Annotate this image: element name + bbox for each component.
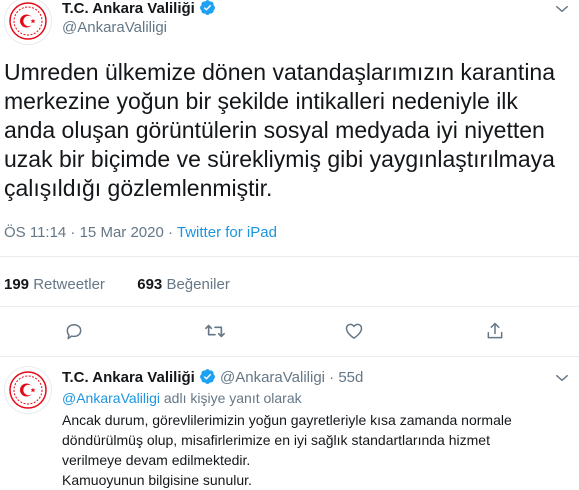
retweet-button[interactable] bbox=[204, 320, 226, 342]
tweet-meta: ÖS 11:14 · 15 Mar 2020 · Twitter for iPa… bbox=[4, 224, 277, 241]
likes-label: Beğeniler bbox=[166, 276, 230, 293]
verified-badge-icon bbox=[199, 368, 216, 389]
likes-count: 693 bbox=[137, 276, 163, 293]
retweets-label: Retweetler bbox=[33, 276, 105, 293]
retweet-icon bbox=[205, 324, 225, 338]
tweet-source-link[interactable]: Twitter for iPad bbox=[177, 224, 277, 241]
tweet-timestamp[interactable]: ÖS 11:14 · 15 Mar 2020 bbox=[4, 224, 164, 241]
verified-badge-icon bbox=[199, 0, 216, 21]
reply-age[interactable]: 55d bbox=[338, 369, 363, 386]
share-button[interactable] bbox=[484, 320, 506, 342]
reply-text: Ancak durum, görevlilerimizin yoğun gayr… bbox=[62, 412, 512, 488]
replying-to: @AnkaraValiligi adlı kişiye yanıt olarak bbox=[62, 390, 302, 406]
avatar[interactable] bbox=[4, 0, 52, 45]
divider bbox=[0, 306, 579, 307]
reply-button[interactable] bbox=[63, 320, 85, 342]
reply-header: T.C. Ankara Valiliği @AnkaraValiligi · 5… bbox=[62, 368, 363, 389]
meta-separator: · bbox=[163, 224, 177, 241]
author-handle[interactable]: @AnkaraValiligi bbox=[62, 19, 167, 36]
chevron-down-icon[interactable] bbox=[555, 2, 569, 21]
heart-icon bbox=[345, 323, 363, 339]
like-button[interactable] bbox=[343, 320, 365, 342]
author-name[interactable]: T.C. Ankara Valiliği bbox=[62, 369, 195, 386]
tweet-text: Umreden ülkemize dönen vatandaşlarımızın… bbox=[4, 59, 556, 201]
likes-stat[interactable]: 693 Beğeniler bbox=[137, 276, 230, 293]
reply-to-mention-link[interactable]: @AnkaraValiligi bbox=[62, 390, 160, 406]
chevron-down-icon[interactable] bbox=[555, 371, 569, 390]
reply-icon bbox=[66, 324, 82, 340]
tweet-actions bbox=[0, 320, 579, 342]
tweet-stats: 199 Retweetler 693 Beğeniler bbox=[4, 276, 230, 293]
ankara-valiligi-emblem-icon bbox=[9, 371, 47, 409]
author-name[interactable]: T.C. Ankara Valiliği bbox=[62, 0, 195, 17]
share-icon bbox=[487, 322, 503, 339]
ankara-valiligi-emblem-icon bbox=[9, 2, 47, 40]
retweets-stat[interactable]: 199 Retweetler bbox=[4, 276, 105, 293]
divider bbox=[0, 256, 579, 257]
author-handle[interactable]: @AnkaraValiligi bbox=[220, 369, 325, 386]
tweet-header: T.C. Ankara Valiliği @AnkaraValiligi bbox=[62, 0, 216, 36]
retweets-count: 199 bbox=[4, 276, 30, 293]
avatar[interactable] bbox=[4, 366, 52, 414]
reply-to-label: adlı kişiye yanıt olarak bbox=[163, 390, 302, 406]
meta-separator: · bbox=[329, 369, 335, 386]
divider bbox=[0, 356, 579, 357]
